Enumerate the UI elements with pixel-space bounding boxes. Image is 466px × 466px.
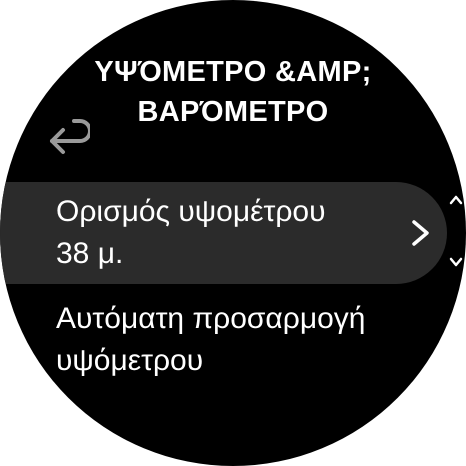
menu-item-label-line2: υψόμετρου xyxy=(56,344,204,377)
page-title-line2: ΒΑΡΌΜΕΤΡΟ xyxy=(137,96,329,128)
chevron-right-icon xyxy=(412,220,429,246)
menu-item-set-altitude[interactable]: Ορισμός υψομέτρου 38 μ. xyxy=(0,182,447,284)
chevron-down-icon xyxy=(449,257,463,267)
chevron-up-icon xyxy=(449,195,463,205)
menu-item-label: Αυτόματη προσαρμογή xyxy=(56,302,366,335)
watch-screen: ΥΨΌΜΕΤΡΟ &AMP; ΒΑΡΌΜΕΤΡΟ Ορισμός υψομέτρ… xyxy=(0,0,466,466)
menu-item-label: Ορισμός υψομέτρου xyxy=(56,195,326,228)
back-arrow-icon[interactable] xyxy=(44,112,90,158)
menu-item-text: Αυτόματη προσαρμογή υψόμετρου xyxy=(56,298,365,382)
menu-item-value: 38 μ. xyxy=(56,237,124,270)
menu-item-text: Ορισμός υψομέτρου 38 μ. xyxy=(56,191,326,275)
page-title-line1: ΥΨΌΜΕΤΡΟ &AMP; xyxy=(94,56,372,88)
menu-item-auto-altitude[interactable]: Αυτόματη προσαρμογή υψόμετρου xyxy=(0,294,466,390)
page-title: ΥΨΌΜΕΤΡΟ &AMP; ΒΑΡΌΜΕΤΡΟ xyxy=(60,52,406,132)
